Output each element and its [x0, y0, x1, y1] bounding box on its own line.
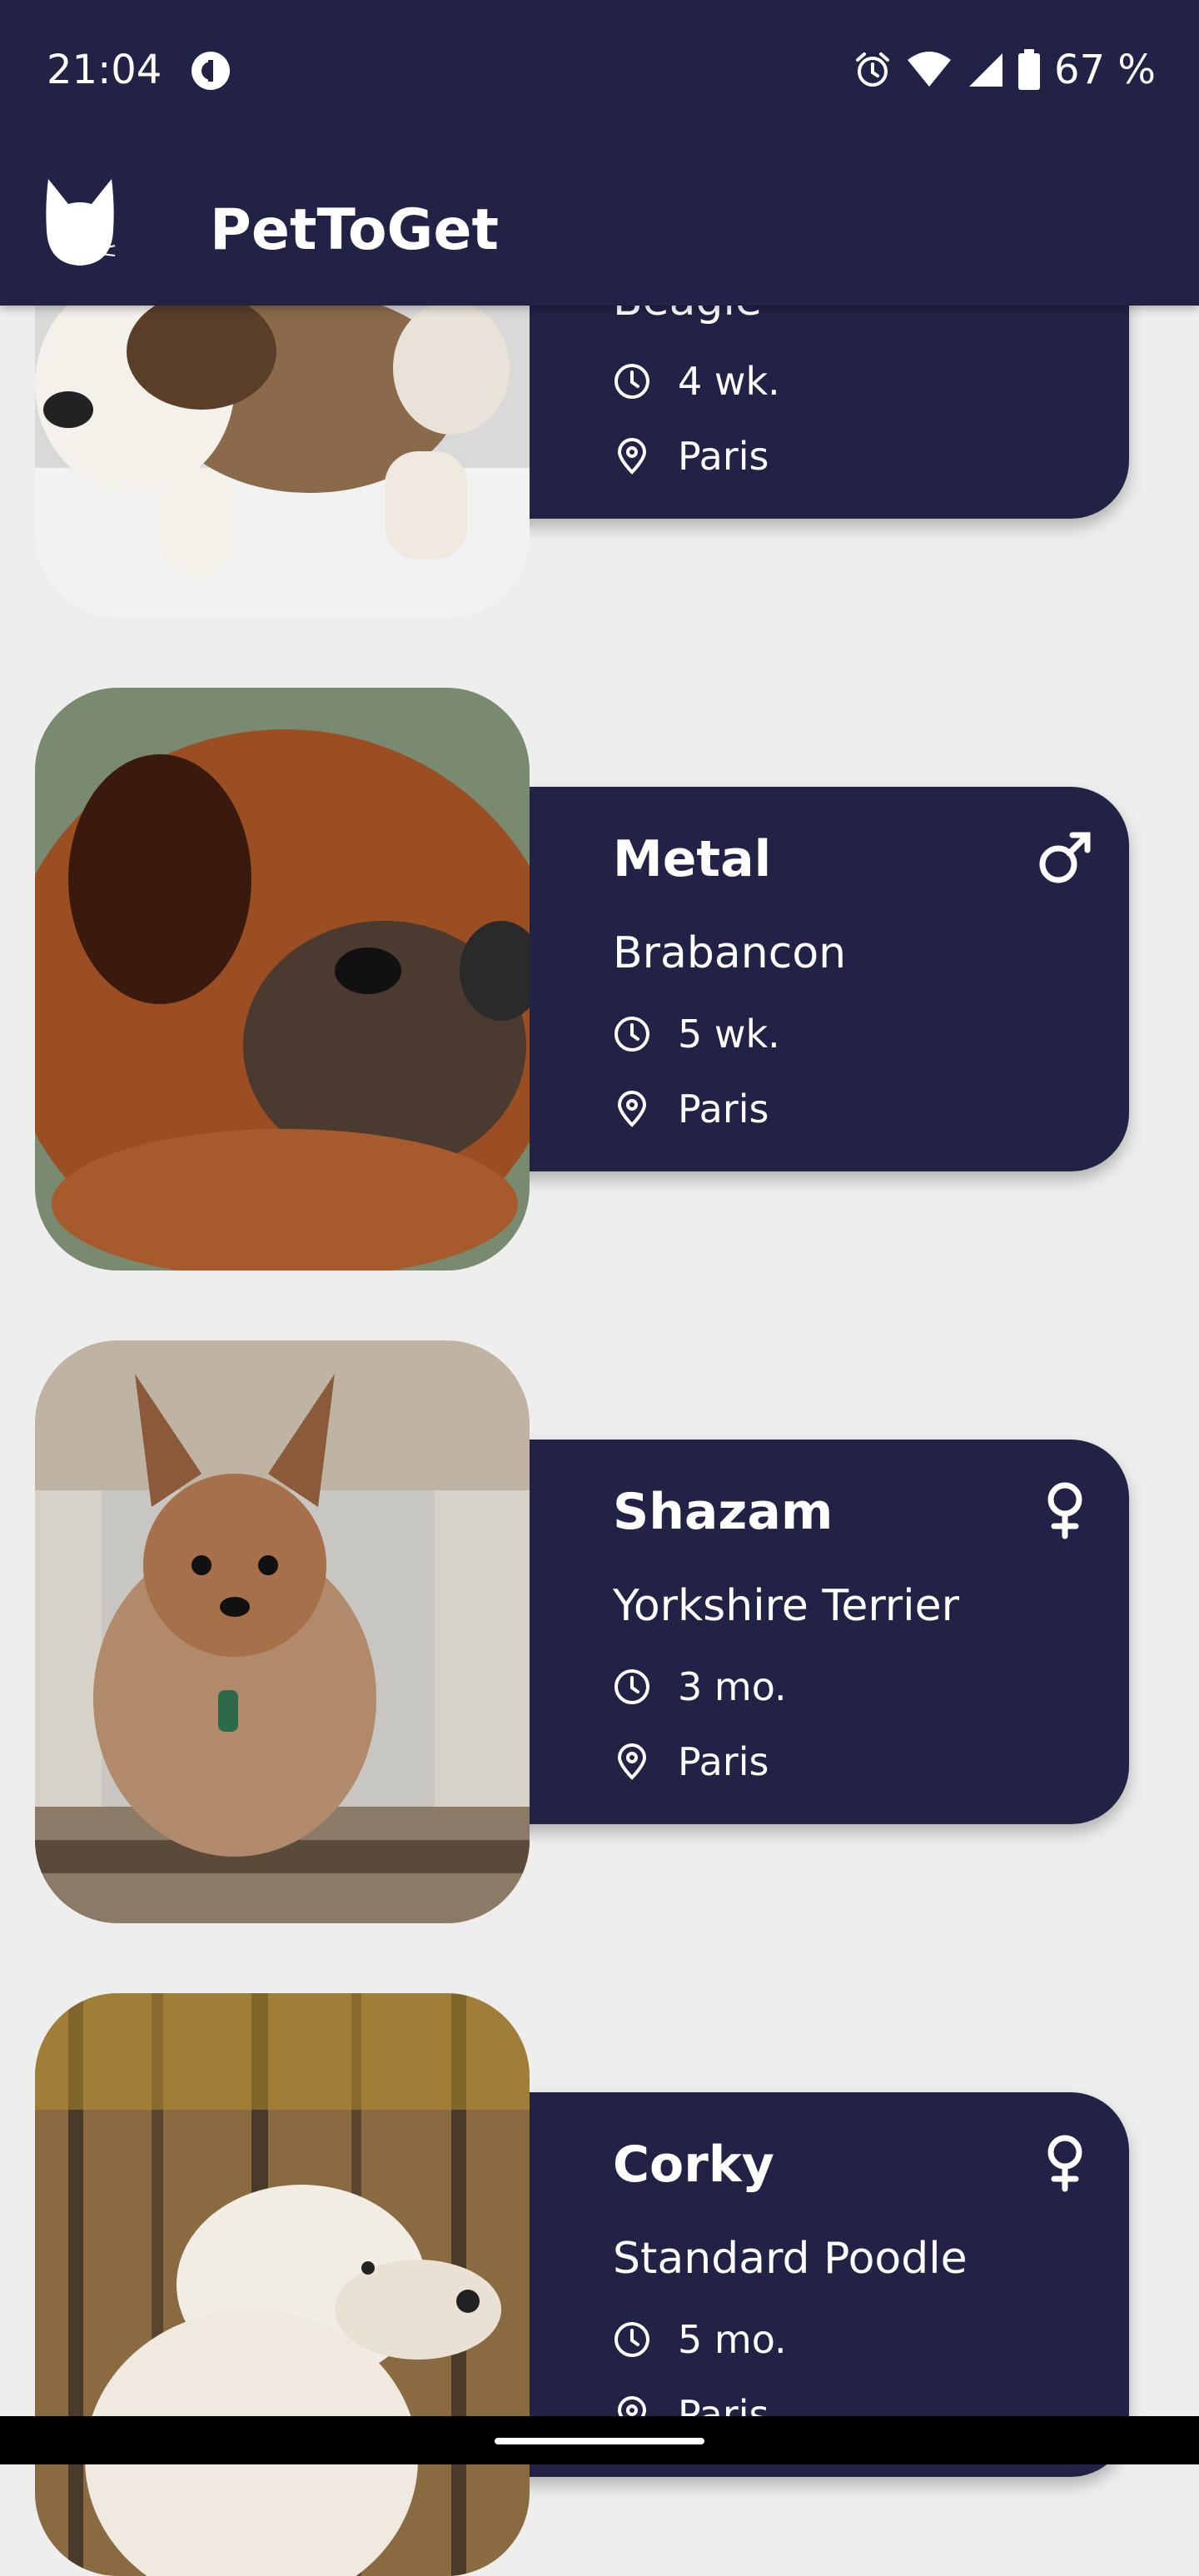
home-gesture-handle[interactable] [495, 2438, 704, 2444]
pet-card[interactable]: Shazam Yorkshire Terrier 3 mo. Paris [0, 1340, 1199, 1923]
app-bar: PetToGet [0, 146, 1199, 306]
pet-age-row: 3 mo. [613, 1664, 787, 1709]
pet-age-row: 4 wk. [613, 359, 780, 404]
clock-icon [614, 1017, 649, 1052]
pet-age: 5 wk. [678, 1012, 780, 1057]
alarm-icon [856, 52, 890, 87]
female-gender-icon[interactable] [1036, 1481, 1094, 1539]
clock-icon [614, 2322, 649, 2357]
pet-card[interactable]: Metal Brabancon 5 wk. Paris [0, 688, 1199, 1271]
wifi-icon [908, 52, 952, 87]
pet-location: Paris [678, 1087, 769, 1131]
location-pin-icon [617, 1743, 647, 1780]
app-title: PetToGet [210, 197, 499, 263]
pet-name: Corky [613, 2136, 774, 2194]
pet-breed: Yorkshire Terrier [613, 1581, 959, 1631]
system-navigation-bar [0, 2416, 1199, 2464]
clock-icon [614, 1669, 649, 1704]
pet-breed: Standard Poodle [613, 2234, 968, 2284]
pet-card[interactable]: Corky Standard Poodle 5 mo. Paris [0, 1993, 1199, 2576]
pet-age: 4 wk. [678, 359, 780, 404]
pet-location-row: Paris [613, 434, 769, 479]
yorkshire-terrier-photo [35, 1340, 530, 1923]
pet-photo[interactable] [35, 1993, 530, 2576]
pet-age: 5 mo. [678, 2317, 787, 2362]
pet-info-panel[interactable]: Metal Brabancon 5 wk. Paris [466, 787, 1129, 1171]
brabancon-dog-photo [35, 688, 530, 1271]
pet-age-row: 5 wk. [613, 1012, 780, 1057]
standard-poodle-photo [35, 1993, 530, 2576]
pet-age: 3 mo. [678, 1664, 787, 1709]
male-gender-icon[interactable] [1036, 828, 1094, 887]
pet-photo[interactable] [35, 688, 530, 1271]
pet-name: Shazam [613, 1483, 833, 1541]
pet-location-row: Paris [613, 1739, 769, 1784]
female-gender-icon[interactable] [1036, 2134, 1094, 2192]
status-time: 21:04 [47, 47, 162, 93]
pet-name: Metal [613, 830, 772, 888]
battery-icon [1018, 49, 1041, 90]
status-bar: 21:04 67 % [0, 0, 1199, 146]
clock-icon [614, 364, 649, 399]
status-right-group: 67 % [853, 47, 1156, 93]
pet-location-row: Paris [613, 1087, 769, 1131]
app-notification-icon [192, 52, 230, 90]
location-pin-icon [617, 438, 647, 475]
pet-photo[interactable] [35, 1340, 530, 1923]
signal-icon [969, 53, 1003, 87]
pet-breed: Brabancon [613, 928, 847, 978]
pet-age-row: 5 mo. [613, 2317, 787, 2362]
location-pin-icon [617, 1091, 647, 1127]
pet-location: Paris [678, 434, 769, 479]
battery-level: 67 % [1054, 47, 1156, 93]
pet-info-panel[interactable]: Shazam Yorkshire Terrier 3 mo. Paris [466, 1440, 1129, 1824]
cat-head-logo-icon [46, 179, 116, 266]
pet-location: Paris [678, 1739, 769, 1784]
